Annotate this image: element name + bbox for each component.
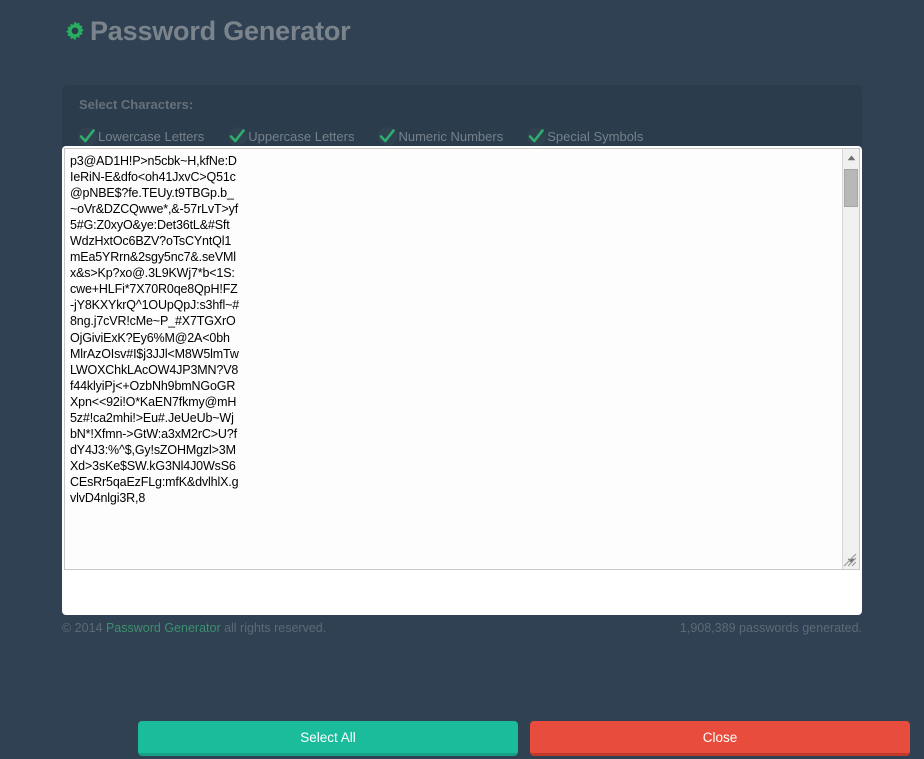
password-result-modal: p3@AD1H!P>n5cbk~H,kfNe:DIeRiN-E&dfo<oh41… xyxy=(62,146,910,756)
footer-copyright: © 2014 Password Generator all rights res… xyxy=(62,621,326,635)
check-icon xyxy=(78,127,97,146)
scrollbar-up-arrow-icon[interactable] xyxy=(843,149,859,166)
textarea-scrollbar[interactable] xyxy=(842,149,859,569)
password-textarea[interactable]: p3@AD1H!P>n5cbk~H,kfNe:DIeRiN-E&dfo<oh41… xyxy=(64,148,860,570)
passwords-generated-counter: 1,908,389 passwords generated. xyxy=(679,621,862,635)
copyright-prefix: © 2014 xyxy=(62,621,106,635)
checkbox-label: Uppercase Letters xyxy=(248,129,355,144)
checkbox-numeric-numbers[interactable]: Numeric Numbers xyxy=(378,127,503,146)
check-icon xyxy=(228,127,248,146)
checkbox-label: Numeric Numbers xyxy=(398,129,504,144)
scrollbar-thumb[interactable] xyxy=(844,169,858,207)
checkbox-lowercase-letters[interactable]: Lowercase Letters xyxy=(78,127,204,146)
select-characters-label: Select Characters: xyxy=(79,97,194,112)
checkbox-special-symbols[interactable]: Special Symbols xyxy=(527,127,643,146)
select-all-button[interactable]: Select All xyxy=(138,721,518,756)
resize-grip-icon[interactable] xyxy=(842,552,858,568)
page-header: Password Generator xyxy=(62,18,351,45)
password-output-text: p3@AD1H!P>n5cbk~H,kfNe:DIeRiN-E&dfo<oh41… xyxy=(70,154,240,505)
character-options-row: Lowercase Letters Uppercase Letters Nume… xyxy=(78,127,667,146)
page-title: Password Generator xyxy=(90,16,351,46)
close-button[interactable]: Close xyxy=(530,721,910,756)
checkbox-label: Lowercase Letters xyxy=(98,129,205,144)
app-root: Password Generator Select Characters: Lo… xyxy=(0,0,924,759)
brand-link[interactable]: Password Generator xyxy=(106,621,221,635)
checkbox-label: Special Symbols xyxy=(547,129,644,144)
check-icon xyxy=(378,127,398,146)
footer: © 2014 Password Generator all rights res… xyxy=(62,621,862,641)
checkbox-uppercase-letters[interactable]: Uppercase Letters xyxy=(228,127,354,146)
check-icon xyxy=(527,127,547,146)
gear-icon xyxy=(62,19,88,45)
copyright-suffix: all rights reserved. xyxy=(220,621,327,635)
